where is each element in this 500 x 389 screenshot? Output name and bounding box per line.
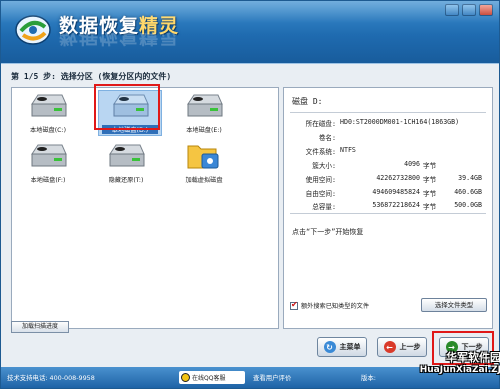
select-file-type-button[interactable]: 选择文件类型 [421,298,487,312]
info-row-used: 使用空间: 42262732800 字节 39.4GB [305,174,482,184]
drive-item-e[interactable]: 本地磁盘(E:) [172,92,236,140]
info-row-free: 自由空间: 494609485824 字节 460.6GB [305,188,482,198]
drive-label: 本地磁盘(F:) [30,177,66,184]
next-step-hint: 点击“下一步”开始恢复 [292,228,364,236]
extra-search-option[interactable]: 额外搜索已知类型的文件 [290,300,370,310]
details-title: 磁盘 D: [292,97,323,106]
app-logo-icon [15,15,51,45]
virtual-disk-folder-icon [187,145,219,169]
hard-drive-icon [187,94,223,117]
info-row-cluster: 簇大小: 4096 字节 [312,160,437,170]
drive-label: 隐藏还原(T:) [108,177,144,184]
extra-search-checkbox[interactable] [290,300,298,310]
minimize-button[interactable] [445,4,459,16]
hard-drive-icon [31,144,67,167]
info-row-filesystem: 文件系统: NTFS [305,146,356,156]
hard-drive-icon [109,144,145,167]
drive-label: 加载虚拟磁盘 [185,177,223,184]
window-controls [445,4,493,16]
watermark: 华军软件园 HuaJunXiaZai.ZJ [419,351,500,376]
drive-label: 本地磁盘(E:) [186,127,222,134]
refresh-icon: ↻ [323,341,336,353]
app-header: 数据恢复精灵 数据恢复精灵 [1,1,499,63]
step-bar: 第 1/5 步: 选择分区 (恢复分区内的文件) [1,63,499,87]
extra-search-label: 额外搜索已知类型的文件 [301,303,370,310]
drive-item-t[interactable]: 隐藏还原(T:) [94,142,158,190]
app-title-reflection: 数据恢复精灵 [59,33,180,47]
annotation-box-drive-d [94,84,160,130]
info-row-total: 总容量: 536872218624 字节 500.0GB [312,201,482,211]
qq-support-button[interactable]: 在线QQ客服 [179,371,245,384]
close-button[interactable] [479,4,493,16]
load-scan-progress-button[interactable]: 加载扫描进度 [11,321,69,333]
maximize-button[interactable] [462,4,476,16]
info-row-volume: 卷名: [318,134,336,142]
drive-item-virtual[interactable]: 加载虚拟磁盘 [172,142,236,190]
divider [290,112,486,113]
partition-details: 磁盘 D: 所在磁盘: HD0:ST2000DM001-1CH164(1863G… [283,87,493,329]
app-window: 数据恢复精灵 数据恢复精灵 第 1/5 步: 选择分区 (恢复分区内的文件) 本… [0,0,500,389]
partition-list: 本地磁盘(C:) 本地磁盘(D:) 本地磁盘(E:) 本地磁盘(F:) 隐藏还原… [11,84,279,329]
step-title: 第 1/5 步: 选择分区 (恢复分区内的文件) [11,72,172,81]
divider [290,213,486,214]
drive-item-f[interactable]: 本地磁盘(F:) [16,142,80,190]
hard-drive-icon [31,94,67,117]
info-row-disk: 所在磁盘: HD0:ST2000DM001-1CH164(1863GB) [305,118,460,128]
qq-penguin-icon [181,373,190,382]
drive-label: 本地磁盘(C:) [30,127,66,134]
support-phone: 技术支持电话: 400-008-9958 [7,374,95,382]
user-reviews-link[interactable]: 查看用户评价 [253,373,291,382]
drive-item-c[interactable]: 本地磁盘(C:) [16,92,80,140]
